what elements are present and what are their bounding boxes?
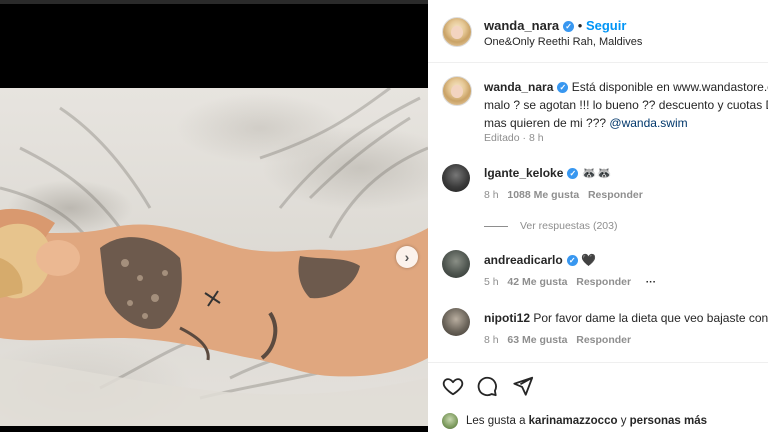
caption-line-3: mas quieren de mi ??? @wanda.swim <box>484 114 768 132</box>
caption-meta: Editado · 8 h <box>484 132 544 144</box>
header-author: wanda_nara ✓ • Seguir <box>484 18 626 33</box>
comment-likes[interactable]: 1088 Me gusta <box>507 189 579 201</box>
share-button[interactable] <box>512 375 534 397</box>
caption-avatar[interactable] <box>442 76 472 106</box>
verified-icon: ✓ <box>567 168 579 180</box>
comment-1-meta: 8 h 1088 Me gusta Responder <box>484 189 643 201</box>
chevron-right-icon: › <box>404 249 410 265</box>
view-replies[interactable]: Ver respuestas (203) <box>484 220 617 232</box>
verified-icon: ✓ <box>557 82 569 94</box>
replies-line <box>484 225 508 227</box>
comment-avatar[interactable] <box>442 164 470 192</box>
comment-1: lgante_keloke ✓ 🦝🦝 <box>484 164 612 182</box>
comment-text: 🦝🦝 <box>581 166 612 180</box>
comment-avatar[interactable] <box>442 308 470 336</box>
post-sidebar: wanda_nara ✓ • Seguir One&Only Reethi Rah… <box>428 0 768 432</box>
likes-summary: Les gusta a karinamazzocco y personas má… <box>466 415 707 427</box>
more-options-icon[interactable]: ··· <box>646 276 657 288</box>
post-media: › <box>0 0 428 432</box>
others-link[interactable]: personas más <box>630 415 707 427</box>
dot-separator: • <box>574 18 586 33</box>
view-replies-label[interactable]: Ver respuestas (203) <box>520 220 617 232</box>
comment-2-meta: 5 h 42 Me gusta Responder ··· <box>484 276 656 288</box>
like-button[interactable] <box>442 375 464 397</box>
verified-icon: ✓ <box>563 21 575 33</box>
comment-likes[interactable]: 42 Me gusta <box>507 276 567 288</box>
comment-time: 8 h <box>484 189 499 201</box>
media-top-strip <box>0 0 428 4</box>
caption-text-2: malo ? se agotan !!! lo bueno ?? descuen… <box>484 98 768 112</box>
caption-line-1: wanda_nara ✓ Está disponible en www.wanda… <box>484 78 768 96</box>
comment-time: 5 h <box>484 276 499 288</box>
heart-icon <box>442 378 464 396</box>
comment-button[interactable] <box>476 375 498 397</box>
reply-button[interactable]: Responder <box>588 189 643 201</box>
comment-username[interactable]: lgante_keloke <box>484 166 563 180</box>
comment-2: andreadicarlo ✓ 🖤 <box>484 251 596 269</box>
liker-username[interactable]: karinamazzocco <box>529 415 618 427</box>
likes-suffix: y <box>617 415 630 427</box>
comment-username[interactable]: nipoti12 <box>484 311 530 325</box>
post-location[interactable]: One&Only Reethi Rah, Maldives <box>484 36 642 48</box>
comment-3: nipoti12 Por favor dame la dieta que veo… <box>484 309 768 327</box>
caption: wanda_nara ✓ Está disponible en www.wanda… <box>484 78 768 132</box>
comment-username[interactable]: andreadicarlo <box>484 253 563 267</box>
share-icon <box>513 376 534 396</box>
verified-icon: ✓ <box>566 255 578 267</box>
comment-time: 8 h <box>484 334 499 346</box>
comment-text: Por favor dame la dieta que veo bajaste … <box>533 311 768 325</box>
next-image-button[interactable]: › <box>396 246 418 268</box>
post-photo[interactable] <box>0 88 428 426</box>
comment-icon <box>477 376 497 397</box>
author-avatar[interactable] <box>442 17 472 47</box>
caption-author[interactable]: wanda_nara <box>484 80 553 94</box>
comment-likes[interactable]: 63 Me gusta <box>507 334 567 346</box>
header-divider <box>428 62 768 63</box>
follow-button[interactable]: Seguir <box>586 18 626 33</box>
author-username[interactable]: wanda_nara <box>484 18 559 33</box>
liker-avatar[interactable] <box>442 413 458 429</box>
media-bottom-strip <box>0 426 428 432</box>
likes-prefix: Les gusta a <box>466 415 529 427</box>
comment-text: 🖤 <box>581 253 596 267</box>
comment-avatar[interactable] <box>442 250 470 278</box>
comment-3-meta: 8 h 63 Me gusta Responder <box>484 334 631 346</box>
reply-button[interactable]: Responder <box>576 276 631 288</box>
reply-button[interactable]: Responder <box>576 334 631 346</box>
photo-illustration <box>0 88 428 426</box>
caption-text-3: mas quieren de mi ??? <box>484 116 610 130</box>
actions-divider <box>428 362 768 363</box>
caption-text-1: Está disponible en www.wandastore.c <box>571 80 768 94</box>
caption-mention-link[interactable]: @wanda.swim <box>609 116 687 130</box>
